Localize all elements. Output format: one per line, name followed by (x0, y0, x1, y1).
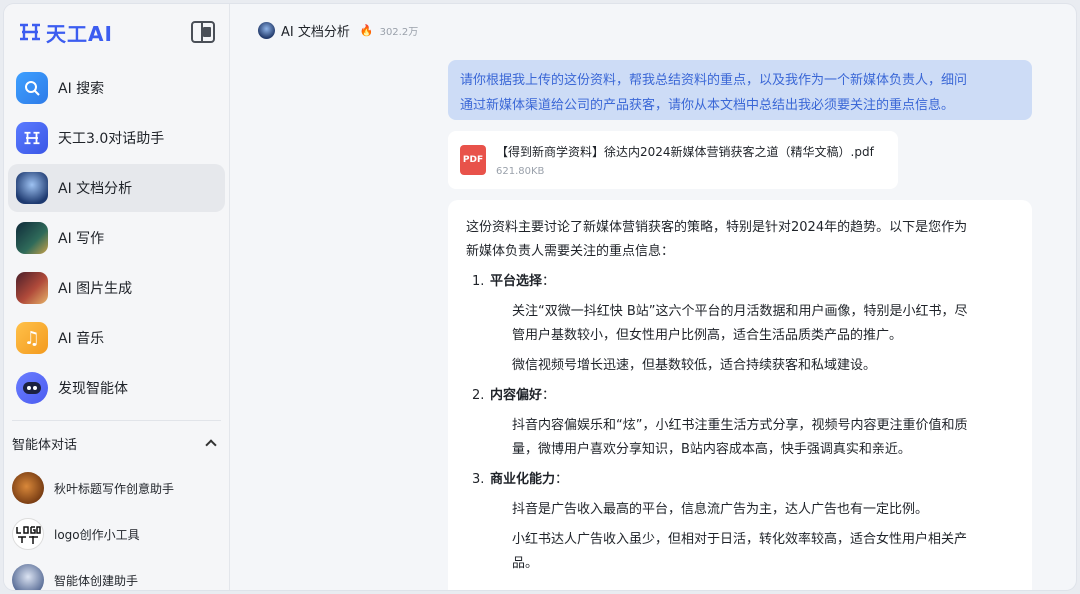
doc-analysis-avatar (258, 21, 275, 39)
nav-label: 发现智能体 (58, 381, 128, 397)
agent-bot-icon (16, 372, 48, 404)
agents-section-header[interactable]: 智能体对话 (4, 421, 229, 465)
list-subpoint: 关注“双微一抖红快 B站”这六个平台的月活数据和用户画像，特别是小红书，尽 管用… (466, 300, 1016, 348)
list-item: 3. 商业化能力： (472, 468, 1016, 492)
list-number: 3. (472, 472, 485, 487)
attached-file-card[interactable]: PDF 【得到新商学资料】徐达内2024新媒体营销获客之道（精华文稿）.pdf … (448, 131, 898, 189)
section-title: 智能体对话 (12, 437, 78, 453)
colon: ： (542, 388, 556, 403)
list-item: 2. 内容偏好： (472, 384, 1016, 408)
chat-topbar: AI 文档分析 🔥 302.2万 (230, 4, 1076, 56)
nav-label: AI 图片生成 (58, 281, 133, 297)
answer-intro-line: 这份资料主要讨论了新媒体营销获客的策略，特别是针对2024年的趋势。以下是您作为 (466, 220, 968, 235)
collapse-sidebar-button[interactable] (191, 21, 215, 43)
nav-item-chat-assistant[interactable]: 天工3.0对话助手 (8, 114, 225, 162)
list-subpoint: 抖音是广告收入最高的平台，信息流广告为主，达人广告也有一定比例。 (466, 498, 1016, 522)
squirrel-avatar (12, 472, 44, 504)
agent-label: logo创作小工具 (54, 527, 140, 542)
nav-item-writing[interactable]: AI 写作 (8, 214, 225, 262)
main-panel: AI 文档分析 🔥 302.2万 请你根据我上传的这份资料，帮我总结资料的重点，… (230, 4, 1076, 590)
logo[interactable]: 天工AI (18, 18, 113, 47)
robot-doc-icon (16, 172, 48, 204)
tiangong-logo-icon (20, 23, 40, 41)
sidebar: 天工AI AI 搜索 天工3.0对话助手 AI 文档分析 AI 写作 AI 图片… (4, 4, 230, 590)
answer-intro: 这份资料主要讨论了新媒体营销获客的策略，特别是针对2024年的趋势。以下是您作为… (466, 216, 1016, 264)
tiangong-logo-icon (16, 122, 48, 154)
subpoint-line: 微信视频号增长迅速，但基数较低，适合持续获客和私域建设。 (512, 358, 877, 373)
nav-item-music[interactable]: ♫ AI 音乐 (8, 314, 225, 362)
colon: ： (542, 274, 556, 289)
writing-icon (16, 222, 48, 254)
main-nav: AI 搜索 天工3.0对话助手 AI 文档分析 AI 写作 AI 图片生成 ♫ … (4, 60, 229, 412)
list-number: 2. (472, 388, 485, 403)
file-size: 621.80KB (496, 166, 545, 177)
list-subpoint: 微信视频号增长迅速，但基数较低，适合持续获客和私域建设。 (466, 354, 1016, 378)
dragon-image-icon (16, 272, 48, 304)
pdf-file-icon: PDF (460, 145, 486, 175)
music-note-icon: ♫ (16, 322, 48, 354)
list-subpoint: 抖音内容偏娱乐和“炫”，小红书注重生活方式分享，视频号内容更注重价值和质 量，微… (466, 414, 1016, 462)
subpoint-line: 关注“双微一抖红快 B站”这六个平台的月活数据和用户画像，特别是小红书，尽 (512, 304, 968, 319)
list-subpoint: 小红书达人广告收入虽少，但相对于日活，转化效率较高，适合女性用户相关产 品。 (466, 528, 1016, 576)
assistant-answer: 这份资料主要讨论了新媒体营销获客的策略，特别是针对2024年的趋势。以下是您作为… (448, 200, 1032, 590)
nav-label: AI 文档分析 (58, 181, 133, 197)
agent-item-creator[interactable]: 智能体创建助手 (4, 557, 229, 590)
nav-item-image-gen[interactable]: AI 图片生成 (8, 264, 225, 312)
search-icon (16, 72, 48, 104)
chevron-up-icon[interactable] (205, 439, 217, 451)
subpoint-line: 小红书达人广告收入虽少，但相对于日活，转化效率较高，适合女性用户相关产 (512, 532, 968, 547)
subpoint-line: 抖音内容偏娱乐和“炫”，小红书注重生活方式分享，视频号内容更注重价值和质 (512, 418, 968, 433)
file-name: 【得到新商学资料】徐达内2024新媒体营销获客之道（精华文稿）.pdf (496, 145, 874, 159)
user-message-line: 请你根据我上传的这份资料，帮我总结资料的重点，以及我作为一个新媒体负责人，细问 (460, 73, 968, 88)
nav-item-discover-agents[interactable]: 发现智能体 (8, 364, 225, 412)
file-info: 【得到新商学资料】徐达内2024新媒体营销获客之道（精华文稿）.pdf 621.… (496, 143, 874, 177)
popularity-count: 302.2万 (379, 26, 419, 38)
agent-item-logo-tool[interactable]: logo创作小工具 (4, 511, 229, 557)
anime-avatar (12, 564, 44, 590)
user-message: 请你根据我上传的这份资料，帮我总结资料的重点，以及我作为一个新媒体负责人，细问 … (448, 60, 1032, 120)
user-message-line: 通过新媒体渠道给公司的产品获客，请你从本文档中总结出我必须要关注的重点信息。 (460, 98, 955, 113)
subpoint-line: 品。 (512, 556, 539, 571)
nav-label: 天工3.0对话助手 (58, 131, 165, 147)
list-item: 1. 平台选择： (472, 270, 1016, 294)
chat-title: AI 文档分析 (281, 24, 350, 40)
agent-label: 秋叶标题写作创意助手 (54, 481, 175, 496)
answer-intro-line: 新媒体负责人需要关注的重点信息： (466, 244, 675, 259)
app-window: 天工AI AI 搜索 天工3.0对话助手 AI 文档分析 AI 写作 AI 图片… (4, 4, 1076, 590)
fire-icon: 🔥 (359, 23, 374, 37)
nav-item-doc-analysis[interactable]: AI 文档分析 (8, 164, 225, 212)
logo-text: 天工AI (46, 21, 113, 46)
agent-item-qiuye[interactable]: 秋叶标题写作创意助手 (4, 465, 229, 511)
list-item-title: 内容偏好 (490, 388, 543, 403)
list-item-title: 商业化能力 (490, 472, 556, 487)
subpoint-line: 量，微博用户喜欢分享知识，B站内容成本高，快手强调真实和亲近。 (512, 442, 911, 457)
list-item-title: 平台选择 (490, 274, 543, 289)
agent-label: 智能体创建助手 (54, 573, 139, 588)
nav-label: AI 搜索 (58, 81, 105, 97)
logo-design-avatar (12, 518, 44, 550)
nav-label: AI 音乐 (58, 331, 105, 347)
subpoint-line: 抖音是广告收入最高的平台，信息流广告为主，达人广告也有一定比例。 (512, 502, 929, 517)
subpoint-line: 管用户基数较小，但女性用户比例高，适合生活品质类产品的推广。 (512, 328, 903, 343)
nav-label: AI 写作 (58, 231, 105, 247)
colon: ： (555, 472, 569, 487)
logo-row: 天工AI (4, 4, 229, 60)
nav-item-ai-search[interactable]: AI 搜索 (8, 64, 225, 112)
list-number: 1. (472, 274, 485, 289)
